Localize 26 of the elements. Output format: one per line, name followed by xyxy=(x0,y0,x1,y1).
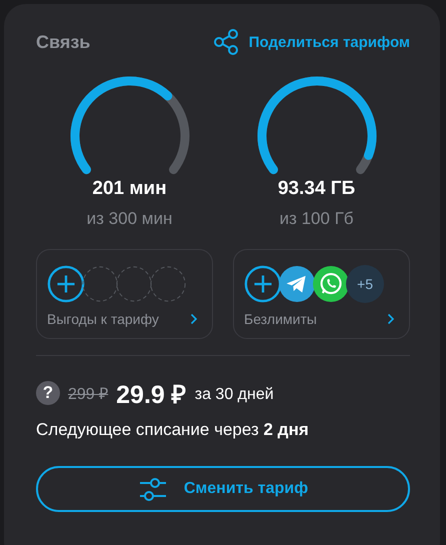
usage-limit: из 100 Гб xyxy=(279,209,354,229)
chevron-right-icon xyxy=(387,313,395,325)
chat-phone-icon xyxy=(312,265,350,303)
add-icon[interactable] xyxy=(47,265,85,303)
paper-plane-icon xyxy=(278,265,316,303)
share-icon xyxy=(212,29,239,55)
more-count: +5 xyxy=(346,265,384,303)
usage-limit: из 300 мин xyxy=(86,209,172,229)
usage-value: 201 мин xyxy=(92,178,167,200)
add-icon[interactable] xyxy=(244,265,282,303)
help-button[interactable]: ? xyxy=(36,381,60,405)
old-price: 299 ₽ xyxy=(68,385,108,404)
option-tile[interactable]: Выгоды к тарифу xyxy=(36,249,213,339)
chevron-right-icon xyxy=(190,313,198,325)
price-period: за 30 дней xyxy=(194,386,274,404)
tile-label: Выгоды к тарифу xyxy=(47,311,159,327)
usage-value: 93.34 ГБ xyxy=(278,178,356,200)
section-title: Связь xyxy=(36,32,90,52)
change-tariff-button[interactable]: Сменить тариф xyxy=(36,466,410,512)
next-charge-text: Следующее списание через 2 дня xyxy=(36,420,310,440)
tile-label: Безлимиты xyxy=(244,311,317,327)
current-price: 29.9 ₽ xyxy=(116,380,187,410)
option-tile[interactable]: +5 Безлимиты xyxy=(233,249,410,339)
share-link[interactable]: Поделиться тарифом xyxy=(212,29,410,55)
empty-slot-icon xyxy=(149,265,187,303)
empty-slot-icon xyxy=(115,265,153,303)
